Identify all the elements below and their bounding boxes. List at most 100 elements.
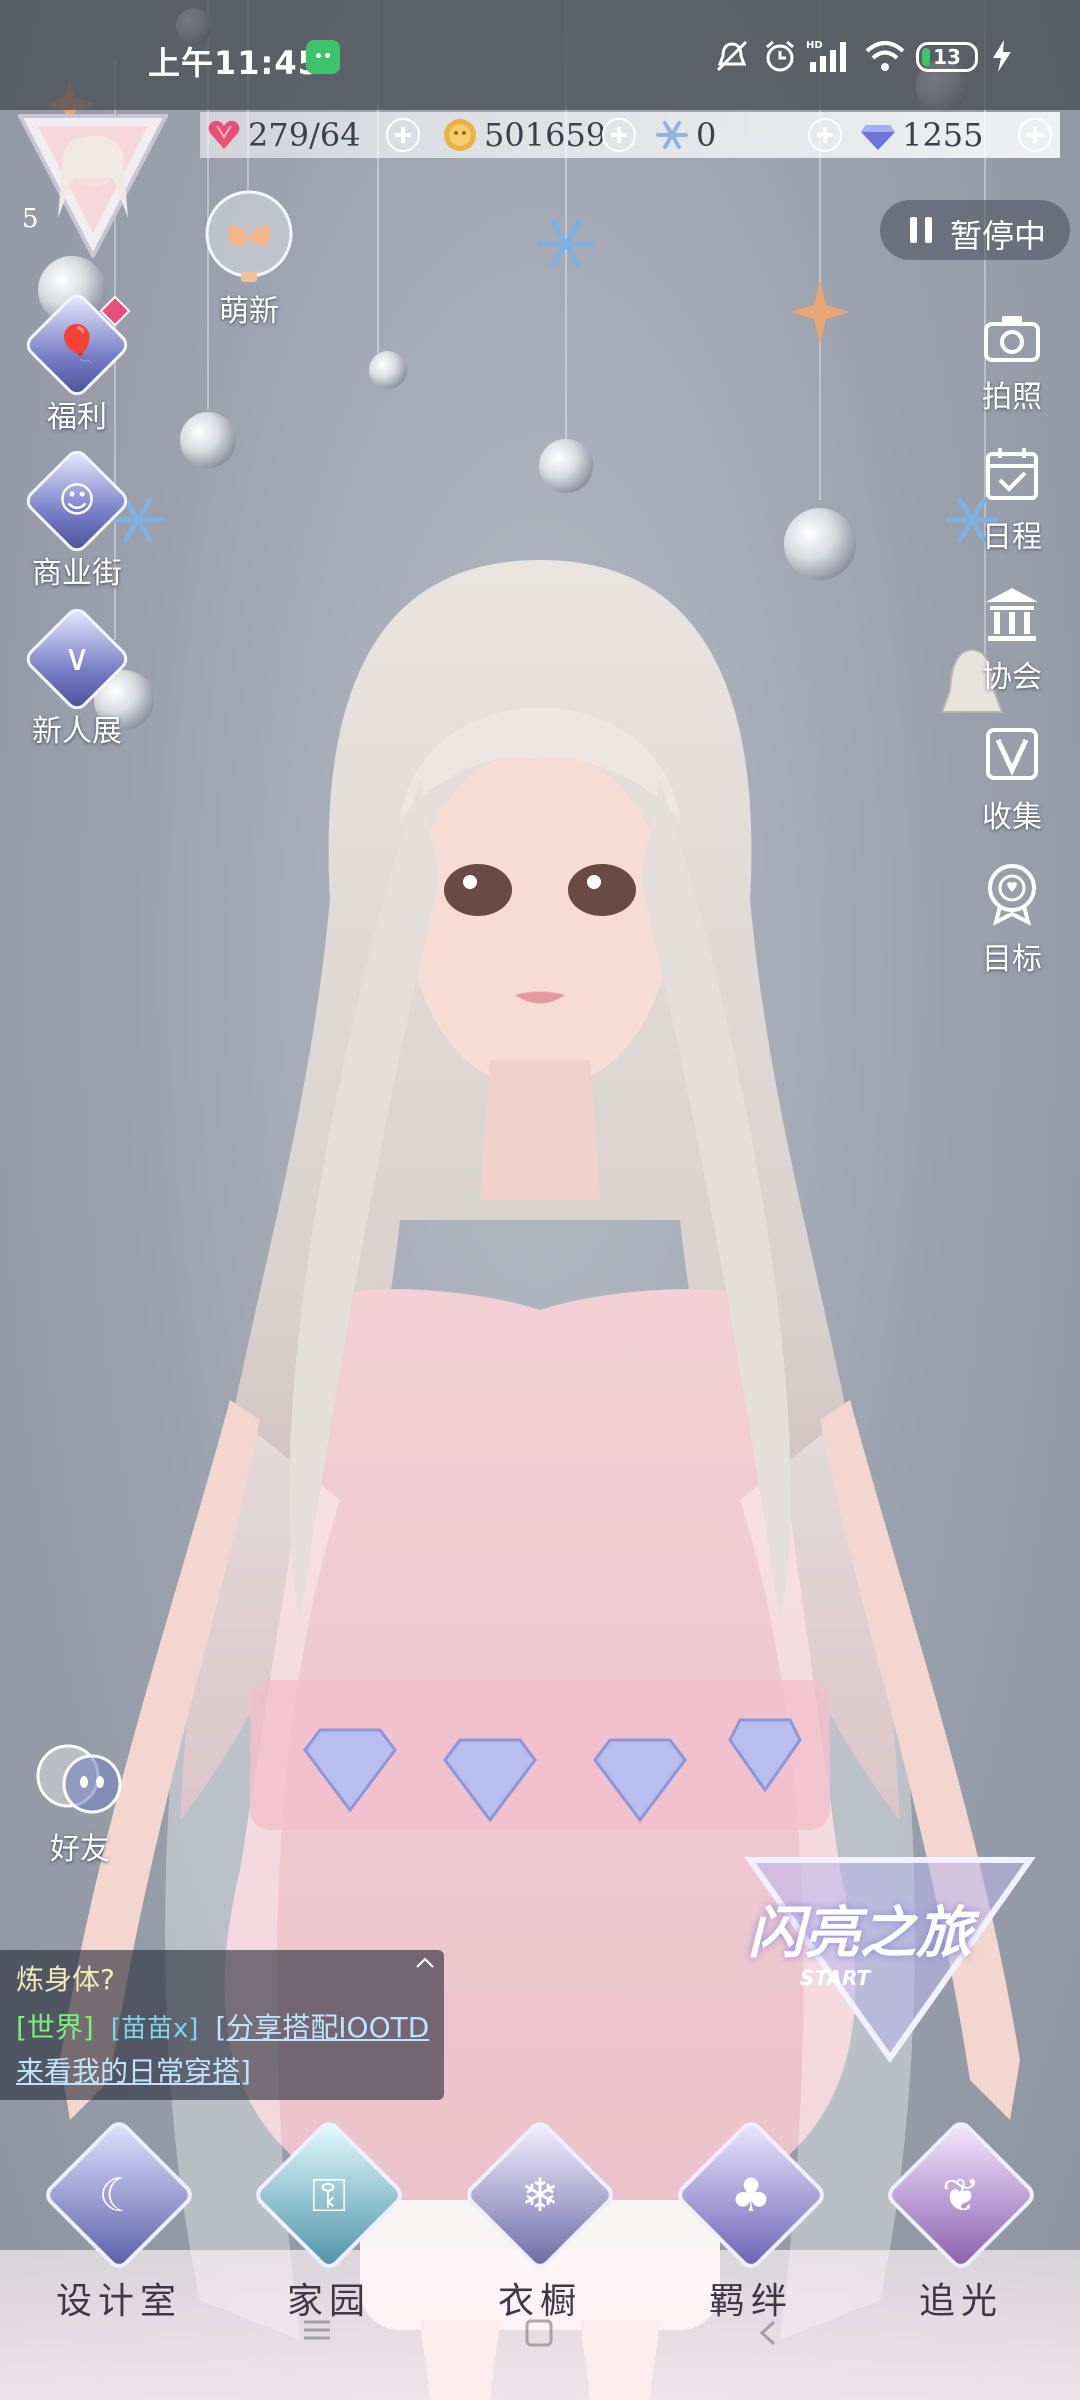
- friends-label: 好友: [50, 1832, 110, 1867]
- moon-icon: ☾: [98, 2168, 140, 2222]
- photo-label: 拍照: [982, 380, 1042, 415]
- nav-wardrobe[interactable]: ❄ 衣橱: [462, 2117, 618, 2324]
- chat-panel[interactable]: 炼身体? [世界] [苗苗x] [分享搭配IOOTD 来看我的日常穿搭]: [0, 1950, 444, 2100]
- goals-button[interactable]: 目标: [962, 862, 1062, 978]
- shopping-street-label: 商业街: [32, 556, 122, 591]
- newcomer-exhibit-button[interactable]: ∨ 新人展: [12, 603, 142, 750]
- collect-v-icon: [986, 728, 1038, 780]
- welfare-label: 福利: [47, 400, 107, 435]
- balloon-icon: 🎈: [54, 324, 100, 365]
- player-level: 5: [22, 204, 39, 234]
- nav-bonds[interactable]: ♣ 羁绊: [673, 2117, 829, 2324]
- diamond-value: 1255: [902, 116, 984, 154]
- chat-username[interactable]: [苗苗x]: [111, 2014, 199, 2044]
- stamina-counter: 279/64: [206, 112, 361, 158]
- newbie-event-label: 萌新: [219, 294, 279, 329]
- chat-app-icon: [306, 40, 340, 74]
- chat-message-previous: 炼身体?: [16, 1963, 115, 1996]
- photo-button[interactable]: 拍照: [962, 312, 1062, 416]
- battery-indicator: 13: [916, 42, 978, 72]
- calendar-check-icon: [986, 448, 1038, 500]
- collection-label: 收集: [982, 800, 1042, 835]
- shop-bag-icon: ☺: [58, 480, 96, 521]
- bottom-nav: ☾ 设计室 ⚿ 家园 ❄ 衣橱 ♣ 羁绊 ❦ 追光: [0, 2117, 1080, 2400]
- alarm-icon: [766, 40, 794, 72]
- guild-button[interactable]: 协会: [962, 584, 1062, 696]
- guild-label: 协会: [982, 660, 1042, 695]
- crown-v-icon: ∨: [63, 638, 91, 679]
- charging-bolt-icon: [993, 40, 1011, 72]
- eye-right: [568, 864, 636, 916]
- schedule-label: 日程: [982, 520, 1042, 555]
- add-gold-button[interactable]: [602, 118, 636, 152]
- pause-icon: [910, 217, 932, 243]
- face: [410, 750, 670, 1090]
- banner-title: 闪亮之旅: [748, 1900, 972, 1966]
- chat-share-link[interactable]: [分享搭配IOOTD: [215, 2011, 429, 2044]
- guild-hall-icon: [986, 588, 1038, 641]
- shining-journey-banner[interactable]: 闪亮之旅 START: [740, 1848, 1040, 2068]
- nav-design-studio[interactable]: ☾ 设计室: [41, 2117, 197, 2324]
- camera-icon: [984, 316, 1040, 362]
- player-avatar[interactable]: [18, 108, 168, 258]
- svg-text:HD: HD: [806, 40, 823, 51]
- schedule-button[interactable]: 日程: [962, 444, 1062, 556]
- snowflake-icon: [656, 121, 688, 149]
- pearl-ornament: [180, 412, 236, 468]
- crystal-counter: 0: [654, 112, 716, 158]
- add-stamina-button[interactable]: [386, 118, 420, 152]
- target-badge-icon: [988, 864, 1036, 926]
- gold-value: 501659: [484, 116, 607, 154]
- back-icon[interactable]: [756, 2318, 780, 2348]
- collection-button[interactable]: 收集: [962, 724, 1062, 836]
- welfare-button[interactable]: 🎈 福利: [12, 289, 142, 436]
- add-crystal-button[interactable]: [808, 118, 842, 152]
- nav-bonds-label: 羁绊: [708, 2281, 793, 2322]
- diamond-counter: 1255: [860, 112, 983, 158]
- heart-gem-icon: [208, 120, 240, 149]
- home-icon[interactable]: [524, 2318, 554, 2348]
- stamina-value: 279/64: [248, 116, 361, 154]
- crystal-value: 0: [696, 116, 717, 154]
- status-time: 上午11:45: [148, 44, 321, 82]
- crystal-flower-icon: ❄: [520, 2168, 560, 2222]
- butterfly-icon: ❦: [941, 2168, 981, 2222]
- battery-level-fill: [922, 48, 930, 66]
- pause-button[interactable]: 暂停中: [880, 200, 1070, 260]
- currency-bar: 279/64 501659 0 1255: [200, 112, 1060, 158]
- nav-home[interactable]: ⚿ 家园: [251, 2117, 407, 2324]
- shopping-street-button[interactable]: ☺ 商业街: [12, 445, 142, 592]
- chat-share-link-cont[interactable]: 来看我的日常穿搭]: [16, 2050, 251, 2090]
- nav-design-studio-label: 设计室: [55, 2281, 182, 2322]
- nav-home-label: 家园: [286, 2281, 371, 2322]
- nav-wardrobe-label: 衣橱: [497, 2281, 582, 2322]
- newbie-event-button[interactable]: 萌新: [184, 186, 314, 330]
- friends-icon: [36, 1744, 122, 1814]
- character-model[interactable]: [0, 520, 1080, 2400]
- diamond-icon: [861, 125, 895, 150]
- clover-icon: ♣: [730, 2168, 772, 2222]
- eye-left: [444, 864, 512, 916]
- friends-button[interactable]: 好友: [28, 1740, 132, 1868]
- gold-counter: 501659: [442, 112, 606, 158]
- banner-subtitle: START: [800, 1966, 871, 1990]
- nav-chase-light[interactable]: ❦ 追光: [883, 2117, 1039, 2324]
- hd-signal-icon: HD: [806, 40, 846, 72]
- pause-label: 暂停中: [950, 217, 1047, 255]
- menu-icon[interactable]: [302, 2318, 332, 2342]
- nav-chase-light-label: 追光: [918, 2281, 1003, 2322]
- key-icon: ⚿: [311, 2168, 347, 2222]
- butterfly-bubble-icon: [205, 190, 293, 282]
- wifi-icon: [865, 41, 905, 71]
- neck: [480, 1060, 600, 1200]
- newcomer-exhibit-label: 新人展: [32, 714, 122, 749]
- pearl-ornament: [369, 351, 407, 389]
- pearl-ornament: [539, 439, 593, 493]
- battery-percent: 13: [933, 45, 961, 69]
- add-diamond-button[interactable]: [1018, 118, 1052, 152]
- status-bar: 上午11:45 HD 13: [0, 0, 1080, 110]
- chevron-up-icon[interactable]: [414, 1952, 436, 1974]
- mute-bell-icon: [716, 40, 748, 72]
- chat-message-current: [世界] [苗苗x] [分享搭配IOOTD: [16, 2006, 429, 2046]
- star-ornament: [790, 280, 850, 344]
